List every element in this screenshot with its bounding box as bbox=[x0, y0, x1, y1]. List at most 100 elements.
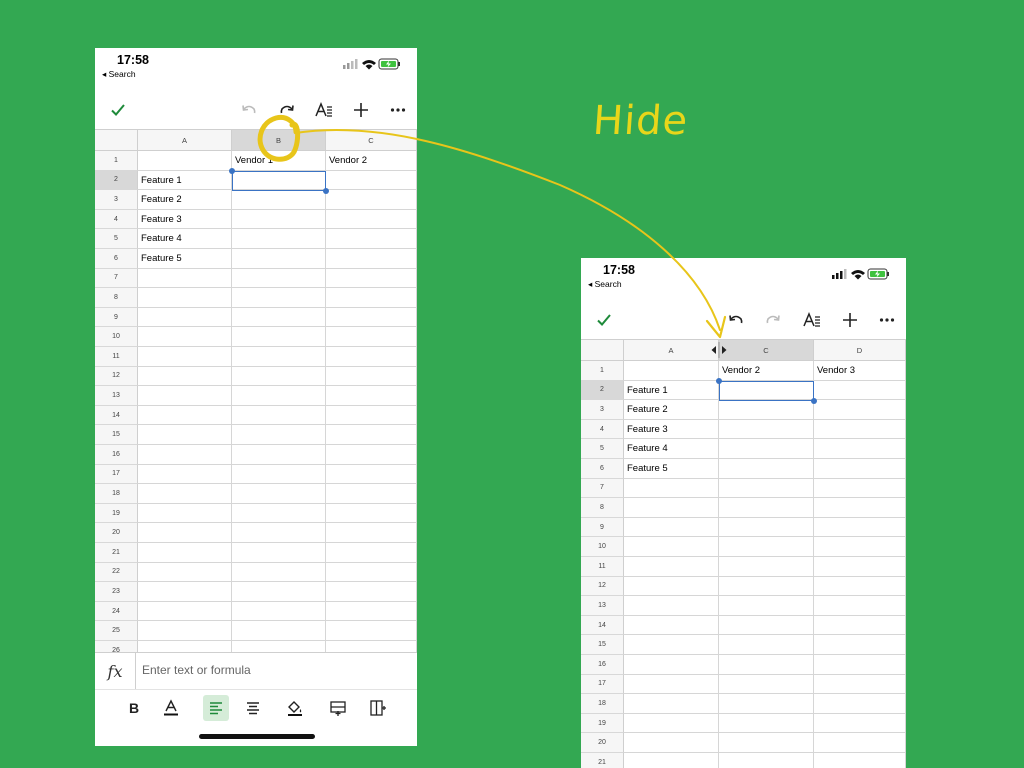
row-header[interactable]: 6 bbox=[95, 249, 138, 269]
grid-cell[interactable] bbox=[326, 641, 417, 652]
grid-cell[interactable] bbox=[814, 596, 906, 616]
grid-cell[interactable] bbox=[138, 405, 232, 426]
column-header-a[interactable]: A bbox=[624, 339, 719, 361]
grid-cell[interactable] bbox=[624, 674, 719, 695]
grid-cell[interactable] bbox=[814, 459, 906, 479]
grid-cell[interactable]: Vendor 2 bbox=[719, 361, 814, 381]
grid-cell[interactable] bbox=[232, 503, 326, 524]
row-header[interactable]: 26 bbox=[95, 641, 138, 652]
grid-cell[interactable] bbox=[326, 425, 417, 445]
grid-cell[interactable] bbox=[138, 464, 232, 485]
grid-cell[interactable] bbox=[232, 347, 326, 367]
grid-cell[interactable] bbox=[232, 249, 326, 269]
row-header[interactable]: 22 bbox=[95, 562, 138, 583]
grid-cell[interactable] bbox=[719, 733, 814, 753]
grid-cell[interactable] bbox=[814, 537, 906, 557]
grid-cell[interactable] bbox=[326, 464, 417, 485]
grid-cell[interactable] bbox=[719, 557, 814, 577]
grid-cell[interactable] bbox=[814, 694, 906, 714]
grid-cell[interactable] bbox=[138, 288, 232, 308]
grid-cell[interactable] bbox=[232, 209, 326, 230]
grid-cell[interactable] bbox=[624, 615, 719, 636]
row-header[interactable]: 16 bbox=[95, 445, 138, 465]
align-left-icon[interactable] bbox=[203, 695, 229, 721]
grid-cell[interactable] bbox=[326, 190, 417, 210]
grid-cell[interactable] bbox=[326, 484, 417, 504]
grid-cell[interactable]: Feature 5 bbox=[138, 249, 232, 269]
grid-cell[interactable] bbox=[326, 562, 417, 583]
back-to-search-link[interactable]: ◂ Search bbox=[588, 279, 622, 290]
grid-cell[interactable] bbox=[326, 445, 417, 465]
grid-cell[interactable] bbox=[326, 366, 417, 387]
grid-cell[interactable] bbox=[814, 439, 906, 459]
grid-cell[interactable] bbox=[138, 327, 232, 347]
select-all-corner[interactable] bbox=[95, 129, 138, 151]
grid-cell[interactable] bbox=[138, 503, 232, 524]
row-header[interactable]: 12 bbox=[95, 366, 138, 387]
grid-cell[interactable] bbox=[719, 419, 814, 440]
row-header[interactable]: 5 bbox=[95, 229, 138, 249]
text-format-icon[interactable] bbox=[311, 92, 337, 128]
grid-cell[interactable] bbox=[814, 419, 906, 440]
row-header[interactable]: 7 bbox=[581, 478, 624, 499]
row-header[interactable]: 6 bbox=[581, 459, 624, 479]
row-header[interactable]: 8 bbox=[95, 288, 138, 308]
column-header-c[interactable]: C bbox=[719, 339, 814, 361]
column-header-c[interactable]: C bbox=[326, 129, 417, 151]
grid-cell[interactable]: Feature 5 bbox=[624, 459, 719, 479]
done-checkmark-icon[interactable] bbox=[591, 302, 617, 338]
row-header[interactable]: 4 bbox=[581, 419, 624, 440]
grid-cell[interactable] bbox=[719, 439, 814, 459]
row-header[interactable]: 11 bbox=[581, 557, 624, 577]
grid-cell[interactable] bbox=[138, 307, 232, 328]
grid-cell[interactable] bbox=[232, 366, 326, 387]
grid-cell[interactable] bbox=[232, 425, 326, 445]
row-header[interactable]: 1 bbox=[95, 151, 138, 171]
grid-cell[interactable] bbox=[624, 655, 719, 675]
grid-cell[interactable] bbox=[232, 445, 326, 465]
more-options-icon[interactable] bbox=[385, 92, 411, 128]
row-header[interactable]: 8 bbox=[581, 498, 624, 518]
undo-icon[interactable] bbox=[723, 302, 749, 338]
grid-cell[interactable] bbox=[232, 386, 326, 406]
grid-cell[interactable] bbox=[624, 635, 719, 655]
grid-cell[interactable] bbox=[719, 498, 814, 518]
row-header[interactable]: 12 bbox=[581, 576, 624, 597]
grid-cell[interactable] bbox=[624, 478, 719, 499]
grid-cell[interactable] bbox=[814, 517, 906, 538]
selection-drag-handle[interactable] bbox=[716, 377, 722, 384]
row-header[interactable]: 17 bbox=[581, 674, 624, 695]
grid-cell[interactable] bbox=[814, 557, 906, 577]
grid-cell[interactable] bbox=[326, 543, 417, 563]
redo-icon[interactable] bbox=[760, 302, 786, 338]
row-header[interactable]: 18 bbox=[581, 694, 624, 714]
row-header[interactable]: 10 bbox=[581, 537, 624, 557]
row-header[interactable]: 15 bbox=[581, 635, 624, 655]
grid-cell[interactable] bbox=[719, 713, 814, 734]
row-header[interactable]: 7 bbox=[95, 268, 138, 289]
grid-cell[interactable] bbox=[138, 366, 232, 387]
grid-cell[interactable] bbox=[232, 621, 326, 641]
grid-cell[interactable] bbox=[138, 621, 232, 641]
grid-cell[interactable] bbox=[232, 229, 326, 249]
grid-cell[interactable] bbox=[326, 523, 417, 543]
grid-cell[interactable] bbox=[232, 170, 326, 191]
row-header[interactable]: 20 bbox=[95, 523, 138, 543]
grid-cell[interactable] bbox=[232, 543, 326, 563]
grid-cell[interactable] bbox=[232, 484, 326, 504]
bold-icon[interactable]: B bbox=[121, 695, 147, 721]
grid-cell[interactable] bbox=[719, 674, 814, 695]
row-header[interactable]: 20 bbox=[581, 733, 624, 753]
row-header[interactable]: 17 bbox=[95, 464, 138, 485]
row-header[interactable]: 21 bbox=[581, 753, 624, 768]
row-header[interactable]: 5 bbox=[581, 439, 624, 459]
more-options-icon[interactable] bbox=[874, 302, 900, 338]
grid-cell[interactable] bbox=[138, 386, 232, 406]
grid-cell[interactable] bbox=[138, 582, 232, 602]
redo-icon[interactable] bbox=[274, 92, 300, 128]
grid-cell[interactable] bbox=[814, 478, 906, 499]
grid-cell[interactable] bbox=[138, 425, 232, 445]
grid-cell[interactable] bbox=[138, 523, 232, 543]
grid-cell[interactable] bbox=[326, 170, 417, 191]
grid-cell[interactable] bbox=[719, 635, 814, 655]
